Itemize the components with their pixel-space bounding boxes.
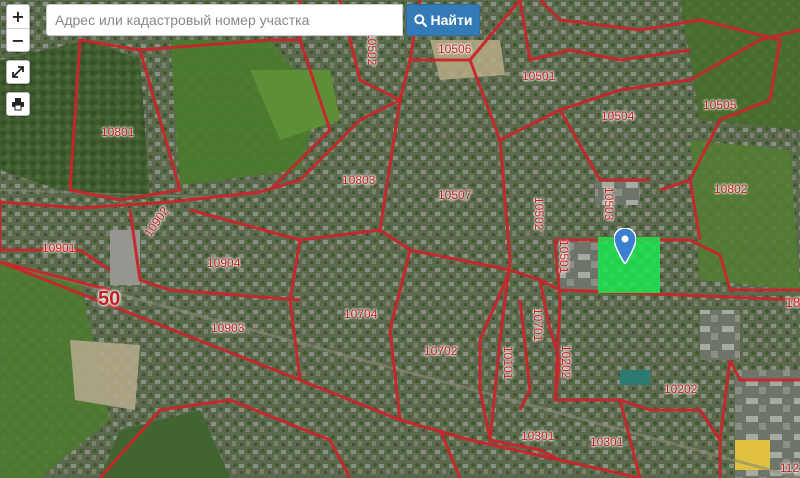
quarter-label: 10501 — [557, 240, 571, 274]
quarter-label: 112 — [780, 461, 800, 475]
quarter-label: 10202 — [664, 382, 698, 396]
quarter-label: 10507 — [438, 188, 472, 202]
quarter-label: 10101 — [501, 346, 515, 380]
quarter-label: 10503 — [602, 187, 616, 221]
quarter-label: 10501 — [522, 69, 556, 83]
search-input[interactable] — [46, 4, 403, 36]
quarter-label: 10502 — [365, 32, 379, 66]
quarter-label: 10901 — [42, 241, 76, 255]
quarter-label: 10704 — [344, 307, 378, 321]
search-button[interactable]: Найти — [406, 4, 480, 36]
fullscreen-icon — [12, 66, 24, 78]
quarter-label: 10903 — [211, 321, 245, 335]
satellite-imagery — [0, 0, 800, 478]
zoom-control: + − — [6, 4, 30, 52]
quarter-label: 10504 — [601, 109, 635, 123]
zoom-out-button[interactable]: − — [7, 28, 29, 52]
quarter-label: 10904 — [207, 256, 241, 270]
fullscreen-button[interactable] — [6, 60, 30, 84]
printer-icon — [12, 98, 24, 111]
quarter-label: 10801 — [101, 125, 135, 139]
search-icon — [413, 13, 427, 27]
search-button-label: Найти — [430, 12, 473, 28]
location-marker-icon[interactable] — [614, 228, 636, 264]
zoom-in-button[interactable]: + — [7, 5, 29, 28]
quarter-label: 10506 — [438, 42, 472, 56]
quarter-label: 10301 — [521, 429, 555, 443]
quarter-label: 10202 — [559, 345, 573, 379]
quarter-label: 10301 — [590, 435, 624, 449]
quarter-label: 10702 — [424, 344, 458, 358]
print-button[interactable] — [6, 92, 30, 116]
quarter-label: 10505 — [703, 98, 737, 112]
quarter-label: 10803 — [342, 173, 376, 187]
quarter-label: 18 — [785, 294, 800, 310]
map-view[interactable]: 50 10506 10501 10505 10504 10801 10803 1… — [0, 0, 800, 478]
road-number-label: 50 — [98, 288, 121, 310]
quarter-label: 10502 — [532, 197, 546, 231]
quarter-label: 10802 — [714, 182, 748, 196]
quarter-label: 10701 — [531, 308, 545, 342]
